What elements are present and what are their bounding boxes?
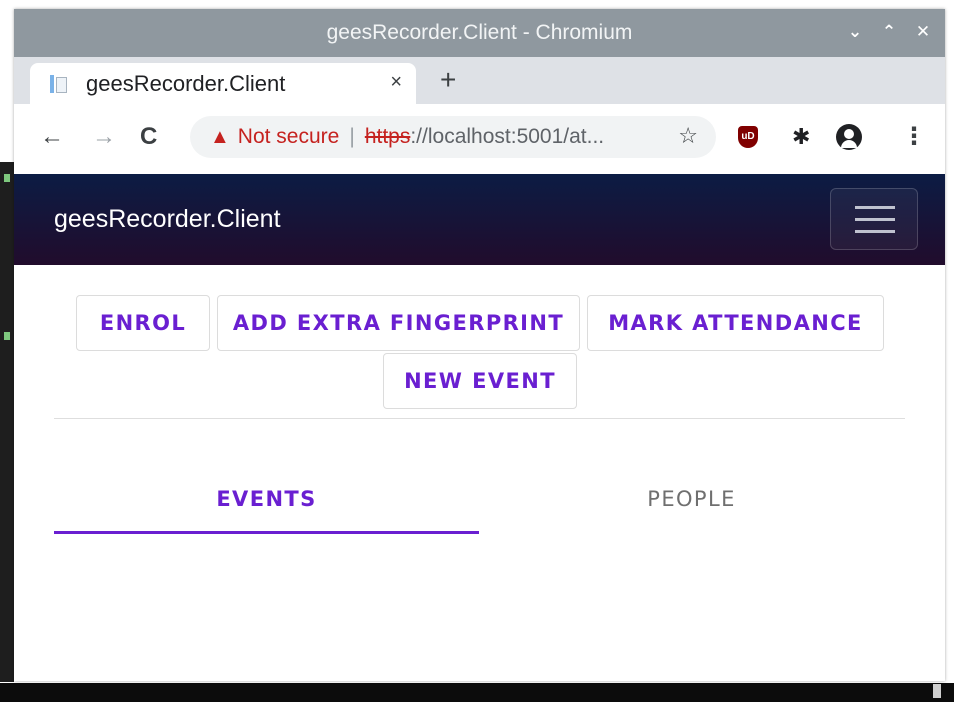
app-navbar: geesRecorder.Client: [14, 174, 945, 265]
enrol-button[interactable]: ENROL: [76, 295, 210, 351]
maximize-icon[interactable]: ⌃: [881, 21, 897, 43]
hamburger-menu-button[interactable]: [830, 188, 918, 250]
reload-icon[interactable]: C: [140, 122, 157, 152]
forward-arrow-icon[interactable]: →: [92, 122, 116, 152]
tab-events[interactable]: EVENTS: [54, 467, 479, 531]
window-controls: ⌄ ⌃ ✕: [847, 21, 931, 43]
terminal-cursor-mark: [4, 174, 10, 182]
address-bar[interactable]: ▲ Not secure | https ://localhost:5001/a…: [190, 116, 716, 158]
app-brand[interactable]: geesRecorder.Client: [54, 205, 281, 234]
hamburger-line: [855, 206, 895, 209]
desktop-bottom-strip: [0, 683, 954, 702]
tab-strip: geesRecorder.Client × +: [14, 57, 945, 104]
profile-avatar-icon[interactable]: [836, 124, 862, 150]
tab-title: geesRecorder.Client: [86, 70, 286, 96]
security-label[interactable]: Not secure: [238, 125, 340, 149]
browser-tab[interactable]: geesRecorder.Client ×: [30, 63, 416, 104]
browser-toolbar: ← → C ▲ Not secure | https ://localhost:…: [14, 104, 945, 174]
scrollbar-grip[interactable]: [933, 684, 941, 698]
url-text: ://localhost:5001/at...: [410, 125, 605, 148]
minimize-icon[interactable]: ⌄: [847, 21, 863, 43]
address-separator: |: [349, 125, 355, 148]
add-extra-fingerprint-button[interactable]: ADD EXTRA FINGERPRINT: [217, 295, 580, 351]
back-arrow-icon[interactable]: ←: [40, 122, 64, 152]
terminal-window-edge: [0, 162, 14, 682]
window-titlebar[interactable]: geesRecorder.Client - Chromium ⌄ ⌃ ✕: [14, 9, 945, 57]
hamburger-line: [855, 218, 895, 221]
hamburger-line: [855, 230, 895, 233]
warning-triangle-icon: ▲: [210, 125, 230, 148]
ublock-origin-icon[interactable]: uD: [738, 126, 758, 148]
extensions-puzzle-icon[interactable]: ✱: [792, 124, 810, 150]
tab-people[interactable]: PEOPLE: [479, 467, 904, 531]
tab-close-icon[interactable]: ×: [390, 71, 402, 94]
content-tabs: EVENTS PEOPLE: [54, 467, 905, 537]
mark-attendance-button[interactable]: MARK ATTENDANCE: [587, 295, 884, 351]
page-favicon-icon: [50, 74, 67, 93]
bookmark-star-icon[interactable]: ☆: [678, 123, 698, 149]
browser-window: geesRecorder.Client - Chromium ⌄ ⌃ ✕ gee…: [14, 9, 945, 681]
url-scheme: https: [364, 125, 411, 148]
close-window-icon[interactable]: ✕: [915, 21, 931, 43]
terminal-cursor-mark: [4, 332, 10, 340]
window-title: geesRecorder.Client - Chromium: [326, 21, 633, 44]
browser-menu-icon[interactable]: ⋮: [902, 122, 926, 151]
active-tab-indicator: [54, 531, 479, 534]
new-event-button[interactable]: NEW EVENT: [383, 353, 577, 409]
section-divider: [54, 418, 905, 419]
new-tab-icon[interactable]: +: [440, 65, 456, 95]
